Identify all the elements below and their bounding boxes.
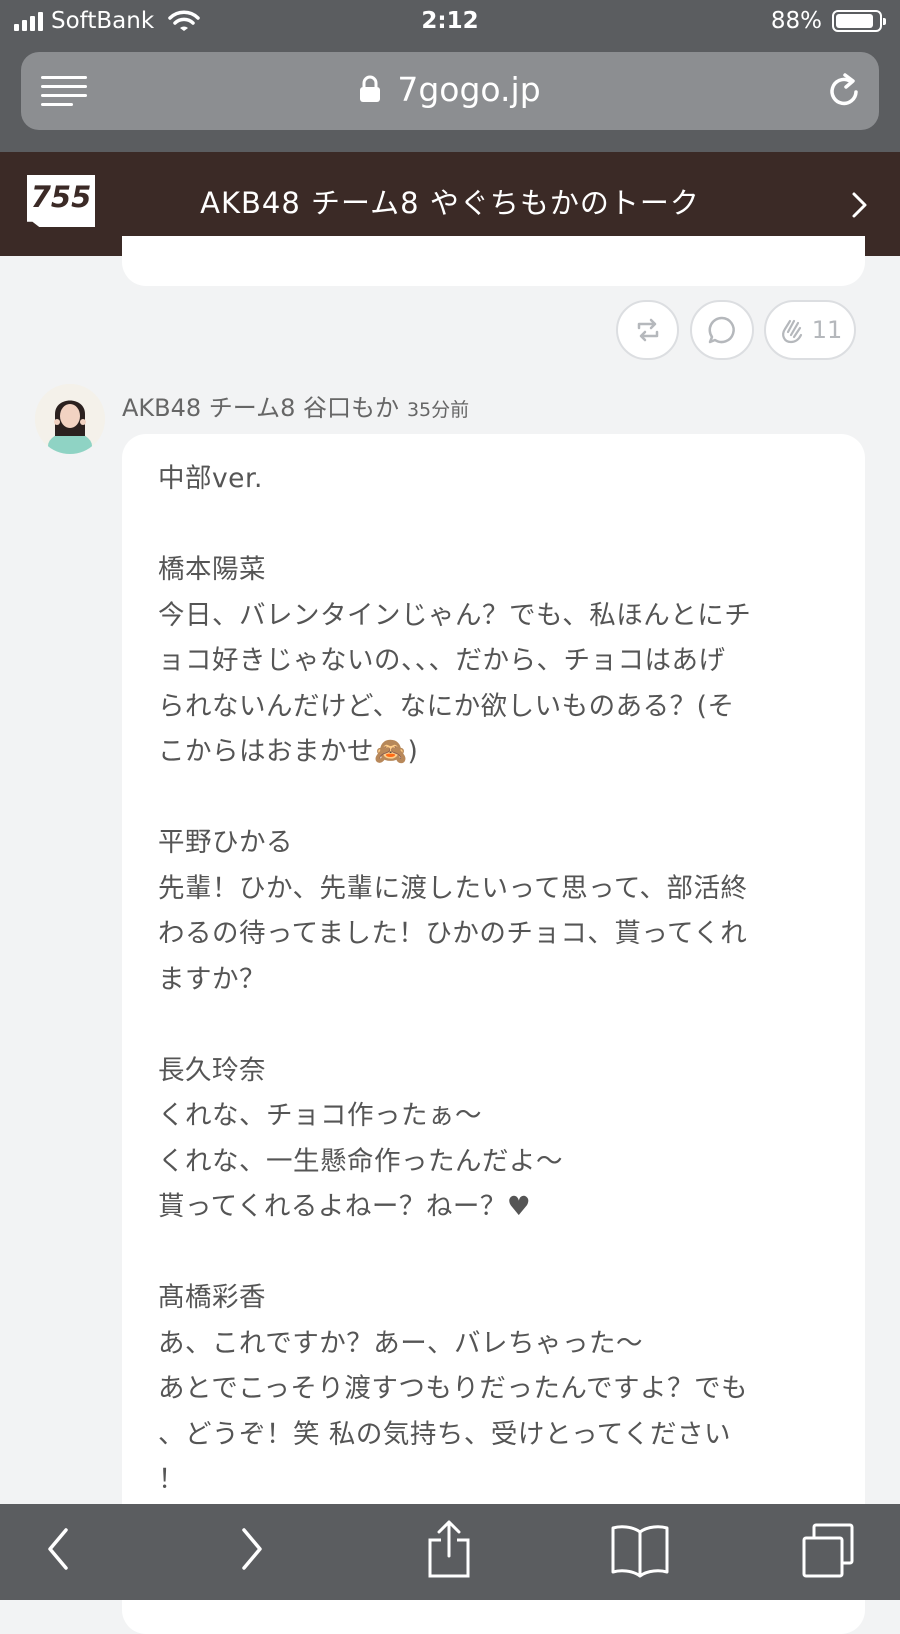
repost-icon: [637, 318, 658, 342]
post-text-line: あ、これですか？あー、バレちゃった〜: [158, 1327, 643, 1359]
comment-button[interactable]: [690, 300, 754, 360]
post-text-line: くれな、チョコ作ったぁ〜: [158, 1100, 482, 1131]
post-text-line: 髙橋彩香: [158, 1282, 266, 1313]
bookmarks-icon[interactable]: [610, 1522, 670, 1578]
post-text-line: 今日、バレンタインじゃん？でも、私ほんとにチ: [158, 599, 752, 631]
share-icon[interactable]: [424, 1518, 474, 1578]
battery-icon: [832, 10, 886, 32]
url-text: 7gogo.jp: [397, 70, 541, 109]
status-time: 2:12: [421, 8, 479, 34]
battery-level: [836, 14, 873, 28]
talk-title[interactable]: AKB48 チーム8 やぐちもかのトーク: [110, 180, 790, 222]
post-text-line: 平野ひかる: [158, 827, 293, 858]
browser-chrome-top: SoftBank 2:12 88% 7gogo.jp: [0, 0, 900, 152]
logo-755[interactable]: 755: [27, 175, 95, 227]
author-avatar[interactable]: [35, 384, 105, 454]
post-author[interactable]: AKB48 チーム8 谷口もか: [122, 394, 399, 422]
post-time: 35分前: [406, 399, 470, 421]
url-bar[interactable]: 7gogo.jp: [21, 52, 879, 130]
post-text-line: られないんだけど、なにか欲しいものある？(そ: [158, 690, 735, 722]
clap-count: 11: [811, 316, 843, 344]
status-bar: SoftBank 2:12 88%: [0, 0, 900, 44]
post-text-line: 貰ってくれるよねー？ねー？♥: [158, 1191, 532, 1222]
post-text-line: あとでこっそり渡すつもりだったんですよ？でも: [158, 1373, 749, 1404]
lock-icon: [360, 75, 381, 102]
back-icon[interactable]: [42, 1524, 72, 1574]
avatar-image: [35, 384, 105, 454]
post-text-line: わるの待ってました！ひかのチョコ、貰ってくれ: [158, 918, 748, 949]
url-display[interactable]: 7gogo.jp: [21, 70, 879, 109]
post-text-line: こからはおまかせ🙈): [158, 736, 419, 767]
tabs-icon[interactable]: [800, 1522, 856, 1580]
post-text-line: ！: [158, 1464, 185, 1495]
comment-icon: [708, 316, 735, 344]
status-right: 88%: [770, 8, 886, 34]
post-text-line: ますか？: [158, 963, 266, 995]
post-meta: AKB48 チーム8 谷口もか 35分前: [122, 388, 469, 423]
post-text-line: 長久玲奈: [158, 1054, 266, 1086]
reload-icon[interactable]: [825, 72, 863, 110]
clap-button[interactable]: 11: [764, 300, 856, 360]
safari-toolbar: [0, 1504, 900, 1600]
post-text-line: くれな、一生懸命作ったんだよ〜: [158, 1145, 563, 1177]
battery-percent: 88%: [770, 8, 822, 34]
post-card: 中部ver. 橋本陽菜今日、バレンタインじゃん？でも、私ほんとにチ ョコ好きじゃない…: [122, 434, 865, 1634]
repost-button[interactable]: [616, 300, 679, 360]
chevron-right-icon[interactable]: [850, 188, 870, 222]
post-body: 中部ver. 橋本陽菜今日、バレンタインじゃん？でも、私ほんとにチ ョコ好きじゃない…: [158, 456, 833, 1503]
forward-icon[interactable]: [238, 1524, 268, 1574]
clap-icon: [781, 319, 802, 344]
post-text-line: 先輩！ひか、先輩に渡したいって思って、部活終: [158, 872, 748, 904]
post-text-line: 中部ver.: [158, 463, 263, 494]
post-text-line: 橋本陽菜: [158, 554, 266, 585]
previous-post-card: [122, 236, 865, 286]
post-text-line: ョコ好きじゃないの、、、だから、チョコはあげ: [158, 645, 726, 676]
post-text-line: 、どうぞ！笑 私の気持ち、受けとってください: [158, 1418, 732, 1450]
